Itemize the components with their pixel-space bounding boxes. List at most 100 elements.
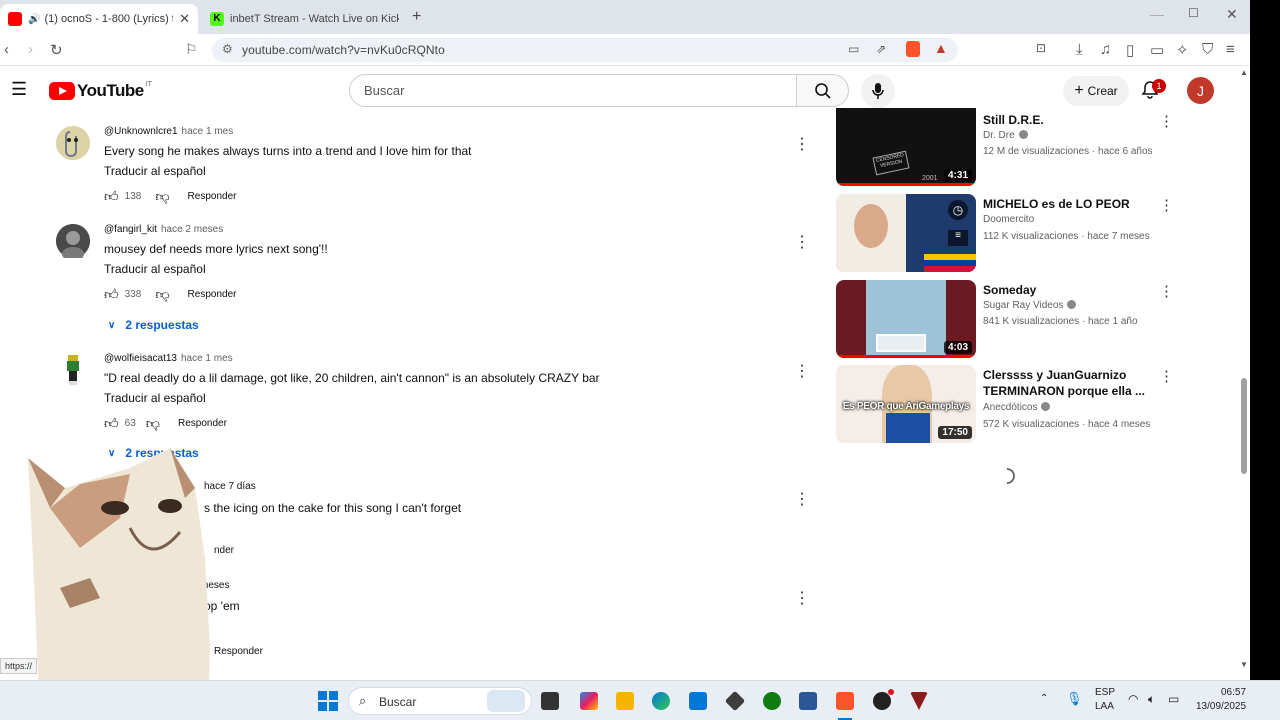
create-button[interactable]: + Crear <box>1063 76 1129 106</box>
comment-author[interactable]: @wolfieisacat13 <box>104 353 177 364</box>
dislike-icon[interactable]: 👎︎ <box>155 286 169 303</box>
volume-icon[interactable]: 🔈︎ <box>1148 692 1155 707</box>
video-thumbnail[interactable]: Es PEOR que AriGameplays 17:50 <box>836 365 976 443</box>
tab-youtube[interactable]: 🔊 (1) ocnoS - 1-800 (Lyrics) ft. l ✕ <box>0 4 198 34</box>
xbox-icon[interactable] <box>763 692 781 710</box>
app-icon[interactable] <box>799 692 817 710</box>
obs-icon[interactable] <box>873 692 891 710</box>
video-channel[interactable]: Sugar Ray Videos <box>983 300 1077 311</box>
video-menu-icon[interactable]: ⋮ <box>1159 112 1174 130</box>
channel-name[interactable]: Dr. Dre <box>983 130 1015 141</box>
brave-shield-icon[interactable] <box>906 41 920 57</box>
comment-time[interactable]: hace 1 mes <box>181 353 233 364</box>
sidebar-toggle-icon[interactable]: ⊡ <box>1036 41 1046 55</box>
clock-date[interactable]: 13/09/2025 <box>1196 701 1246 712</box>
scroll-up-icon[interactable]: ▲ <box>1240 68 1248 77</box>
channel-name[interactable]: Doomercito <box>983 214 1034 225</box>
share-icon[interactable]: ⇗ <box>876 42 886 56</box>
translate-link[interactable]: Traducir al español <box>104 164 206 178</box>
search-button[interactable] <box>797 74 849 107</box>
translate-link[interactable]: Traducir al español <box>104 262 206 276</box>
close-tab-icon[interactable]: ✕ <box>179 11 190 27</box>
new-tab-button[interactable]: + <box>412 8 421 26</box>
video-thumbnail[interactable]: 4:03 <box>836 280 976 358</box>
tray-overflow-icon[interactable]: ⌃ <box>1040 693 1048 704</box>
comment-menu-icon[interactable]: ⋮ <box>794 588 810 608</box>
video-menu-icon[interactable]: ⋮ <box>1159 367 1174 385</box>
scroll-down-icon[interactable]: ▼ <box>1240 660 1248 669</box>
windows-start-icon[interactable] <box>318 691 338 711</box>
input-layout[interactable]: LAA <box>1095 701 1114 712</box>
comment-menu-icon[interactable]: ⋮ <box>794 232 810 252</box>
comment-menu-icon[interactable]: ⋮ <box>794 361 810 381</box>
video-title[interactable]: Someday <box>983 282 1153 298</box>
youtube-logo[interactable]: YouTube IT <box>49 81 152 101</box>
battery-icon[interactable]: ▭ <box>1168 692 1179 706</box>
address-bar[interactable]: ⚙ youtube.com/watch?v=nvKu0cRQNto ▭ ⇗ ▲ <box>212 38 958 62</box>
video-channel[interactable]: Anecdóticos <box>983 402 1051 413</box>
clock-time[interactable]: 06:57 <box>1221 687 1246 698</box>
forward-icon[interactable]: › <box>28 41 33 58</box>
avatar[interactable] <box>56 126 90 160</box>
comment-menu-icon[interactable]: ⋮ <box>794 134 810 154</box>
unity-icon[interactable] <box>724 690 746 712</box>
brave-icon[interactable] <box>836 692 854 710</box>
video-title[interactable]: MICHELO es de LO PEOR <box>983 196 1153 212</box>
dislike-icon[interactable]: 👎︎ <box>146 415 160 432</box>
comment-time[interactable]: hace 1 mes <box>182 126 234 137</box>
vpn-icon[interactable]: ⛉ <box>1202 41 1213 58</box>
like-icon[interactable]: 👍︎ <box>104 286 119 303</box>
task-view-icon[interactable] <box>541 692 559 710</box>
brave-rewards-icon[interactable]: ▲ <box>934 40 948 56</box>
video-menu-icon[interactable]: ⋮ <box>1159 282 1174 300</box>
app2-icon[interactable] <box>910 692 928 710</box>
maximize-icon[interactable]: ☐ <box>1188 6 1199 20</box>
dislike-icon[interactable]: 👎︎ <box>155 188 169 205</box>
watch-later-icon[interactable]: ◷ <box>948 200 968 220</box>
comment-author[interactable]: @Unknownlcre1 <box>104 126 178 137</box>
bookmark-icon[interactable]: ⚐ <box>185 41 198 58</box>
related-video[interactable]: 4:03 Someday Sugar Ray Videos 841 K visu… <box>836 280 1196 358</box>
tab-kick[interactable]: K inbetT Stream - Watch Live on Kick <box>202 4 407 34</box>
menu-icon[interactable]: ≡ <box>1226 41 1235 58</box>
channel-name[interactable]: Anecdóticos <box>983 402 1037 413</box>
video-channel[interactable]: Dr. Dre <box>983 130 1028 141</box>
cast-icon[interactable]: ▭ <box>848 42 859 56</box>
wifi-icon[interactable]: ◠ <box>1128 692 1138 706</box>
translate-link[interactable]: Traducir al español <box>104 391 206 405</box>
copilot-icon[interactable] <box>580 692 598 710</box>
comment-menu-icon[interactable]: ⋮ <box>794 489 810 509</box>
minimize-icon[interactable]: — <box>1150 6 1164 22</box>
video-thumbnail[interactable]: CENSORED VERSION 2001 4:31 <box>836 108 976 186</box>
store-icon[interactable] <box>689 692 707 710</box>
search-input[interactable]: Buscar <box>349 74 797 107</box>
comment-time[interactable]: hace 2 meses <box>161 224 223 235</box>
wallet-icon[interactable]: ▭ <box>1150 41 1164 59</box>
related-video[interactable]: CENSORED VERSION 2001 4:31 Still D.R.E. … <box>836 108 1196 186</box>
video-title[interactable]: Clerssss y JuanGuarnizo TERMINARON porqu… <box>983 367 1153 399</box>
like-icon[interactable]: 👍︎ <box>104 415 119 432</box>
close-window-icon[interactable]: ✕ <box>1226 6 1238 23</box>
avatar[interactable] <box>56 353 90 387</box>
add-to-queue-icon[interactable]: ≡ <box>948 230 968 246</box>
voice-search-button[interactable] <box>861 74 895 108</box>
reply-button[interactable]: Responder <box>188 289 237 300</box>
page-scrollbar[interactable]: ▲ ▼ <box>1238 68 1250 674</box>
reload-icon[interactable]: ↻ <box>50 41 63 59</box>
guide-menu-icon[interactable]: ☰ <box>11 79 27 100</box>
reply-button[interactable]: Responder <box>188 191 237 202</box>
video-thumbnail[interactable]: ◷ ≡ <box>836 194 976 272</box>
leo-ai-icon[interactable]: ✧ <box>1176 41 1189 59</box>
comment-author[interactable]: @fangirl_kit <box>104 224 157 235</box>
mic-tray-icon[interactable]: 🎙︎ <box>1066 691 1083 707</box>
reply-button[interactable]: Responder <box>214 646 263 657</box>
reply-button[interactable]: Responder <box>178 418 227 429</box>
related-video[interactable]: Es PEOR que AriGameplays 17:50 Clerssss … <box>836 365 1196 443</box>
back-icon[interactable]: ‹ <box>4 41 9 58</box>
media-icon[interactable]: ♫ <box>1100 41 1111 58</box>
file-explorer-icon[interactable] <box>616 692 634 710</box>
download-icon[interactable]: ⤓ <box>1076 41 1083 58</box>
site-settings-icon[interactable]: ⚙ <box>222 42 233 56</box>
scrollbar-thumb[interactable] <box>1241 378 1247 474</box>
like-icon[interactable]: 👍︎ <box>104 188 119 205</box>
